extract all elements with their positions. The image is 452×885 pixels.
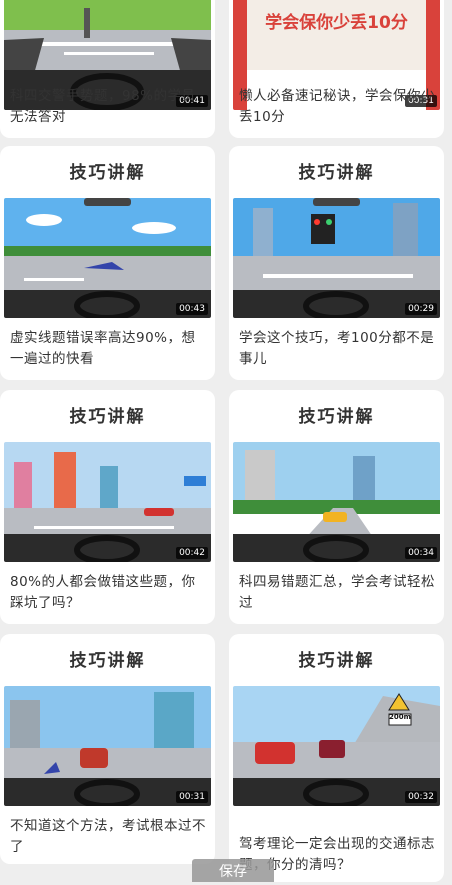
video-caption: 科四易错题汇总，学会考试轻松过 — [239, 574, 435, 611]
video-card[interactable]: 学会保你少丢10分 00:31 懒人必备速记秘诀，学会保你少丢10分 — [229, 0, 444, 138]
driving-scene-image — [233, 686, 440, 806]
video-caption: 懒人必备速记秘诀，学会保你少丢10分 — [239, 88, 435, 125]
video-card[interactable]: 技巧讲解 00:31 不知道这个方法，考试根本过不了 — [0, 634, 215, 864]
video-duration: 00:43 — [176, 303, 208, 315]
video-thumbnail[interactable]: 00:31 — [4, 686, 211, 806]
video-thumbnail[interactable]: 00:42 — [4, 442, 211, 562]
video-duration: 00:42 — [176, 547, 208, 559]
sign-distance-label: 200m — [389, 713, 411, 721]
card-title: 技巧讲解 — [69, 651, 146, 671]
video-duration: 00:32 — [405, 791, 437, 803]
video-card[interactable]: 技巧讲解 200m 00:32 驾考理论一定会出现的交通标志题，你分的清吗？ — [229, 634, 444, 882]
video-thumbnail[interactable]: 200m 00:32 — [233, 686, 440, 806]
driving-scene-image — [233, 442, 440, 562]
video-thumbnail[interactable]: 00:43 — [4, 198, 211, 318]
driving-scene-image — [233, 198, 440, 318]
driving-scene-image — [4, 198, 211, 318]
video-card[interactable]: 技巧讲解 00:42 80%的人都会做错这些题，你踩坑了吗？ — [0, 390, 215, 624]
video-duration: 00:31 — [176, 791, 208, 803]
card-title: 技巧讲解 — [69, 163, 146, 183]
video-card[interactable]: 技巧讲解 00:34 科四易错题汇总，学会考试轻松过 — [229, 390, 444, 624]
video-caption: 学会这个技巧，考100分都不是事儿 — [239, 330, 435, 367]
card-title: 技巧讲解 — [298, 163, 375, 183]
video-duration: 00:34 — [405, 547, 437, 559]
video-thumbnail[interactable]: 00:29 — [233, 198, 440, 318]
video-card[interactable]: 技巧讲解 00:29 学会这个技巧，考100分都不是事儿 — [229, 146, 444, 380]
video-duration: 00:29 — [405, 303, 437, 315]
driving-scene-image — [4, 686, 211, 806]
video-caption: 虚实线题错误率高达90%，想一遍过的快看 — [10, 330, 196, 367]
save-button[interactable]: 保存 — [192, 859, 274, 882]
video-caption: 科四交警手势题，98%的学员无法答对 — [10, 88, 196, 125]
driving-scene-image — [4, 442, 211, 562]
video-caption: 80%的人都会做错这些题，你踩坑了吗？ — [10, 574, 196, 611]
video-card[interactable]: 技巧讲解 00:43 虚实线题错误率高达90%，想一遍过的快看 — [0, 146, 215, 380]
video-thumbnail[interactable]: 00:34 — [233, 442, 440, 562]
banner-text: 学会保你少丢10分 — [265, 13, 408, 33]
video-card[interactable]: 00:41 科四交警手势题，98%的学员无法答对 — [0, 0, 215, 138]
card-title: 技巧讲解 — [298, 407, 375, 427]
card-title: 技巧讲解 — [69, 407, 146, 427]
card-title: 技巧讲解 — [298, 651, 375, 671]
video-caption: 不知道这个方法，考试根本过不了 — [10, 818, 206, 855]
